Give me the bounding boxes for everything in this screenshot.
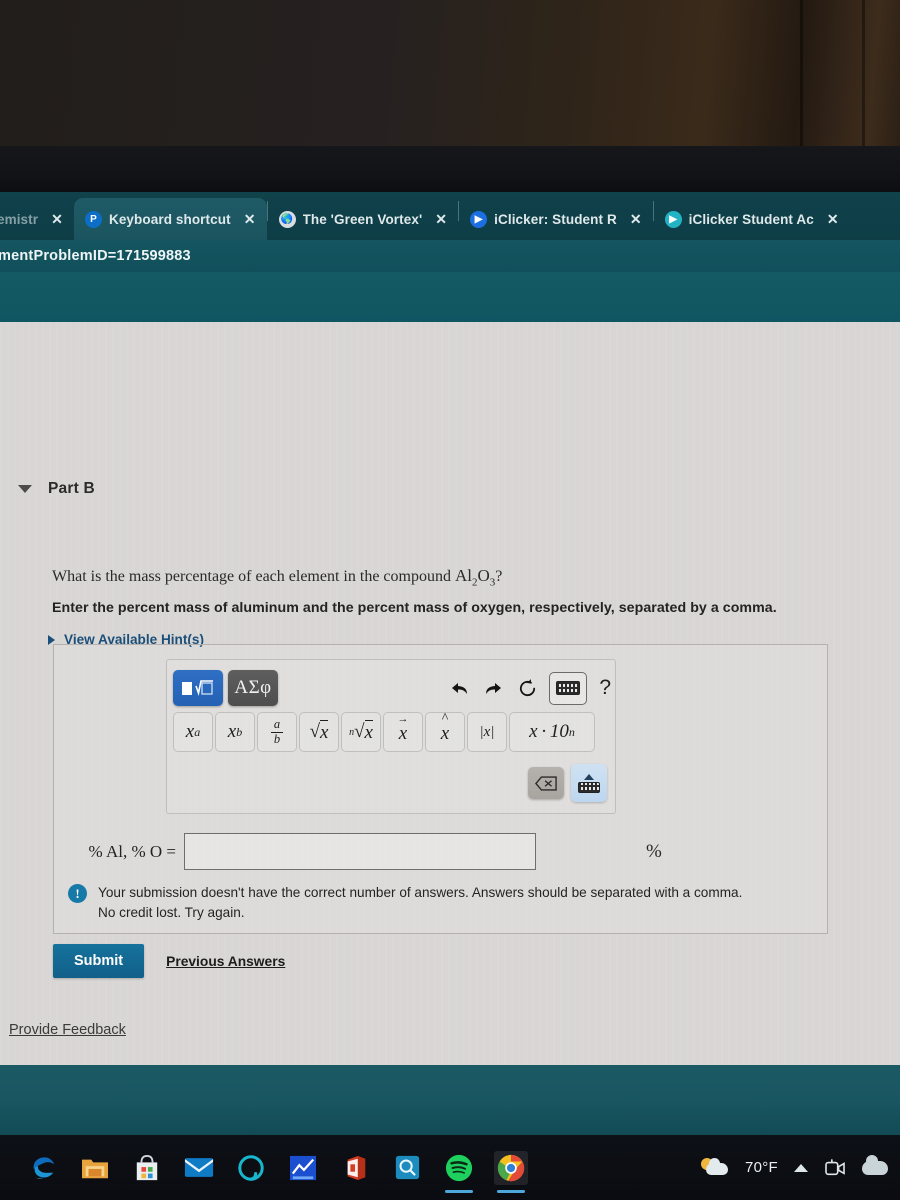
file-explorer-icon[interactable] (78, 1151, 112, 1185)
browser-tab-2[interactable]: 🌎 The 'Green Vortex' ✕ (268, 198, 459, 240)
running-indicator (497, 1190, 525, 1193)
compound-formula: Al2O3 (454, 566, 496, 589)
math-toolbar-row-1: ΑΣφ ? (173, 668, 611, 708)
alexa-icon[interactable] (234, 1151, 268, 1185)
absolute-value-button[interactable]: |x| (467, 712, 507, 752)
globe-icon: 🌎 (278, 210, 296, 228)
feedback-line-2: No credit lost. Try again. (98, 904, 245, 920)
question-suffix: ? (495, 568, 503, 585)
temperature-label[interactable]: 70°F (745, 1159, 778, 1176)
running-indicator (445, 1190, 473, 1193)
vector-button[interactable]: x (383, 712, 423, 752)
system-tray: 70°F (700, 1154, 888, 1177)
chevron-down-icon[interactable] (18, 485, 32, 493)
answer-panel: ΑΣφ ? x a x b a b √ x n √ x x → x ^ |x| … (53, 644, 828, 934)
unit-vector-button[interactable]: x (425, 712, 465, 752)
submit-button[interactable]: Submit (53, 944, 145, 978)
monitor-bezel (0, 146, 900, 192)
browser-tab-1[interactable]: P Keyboard shortcut ✕ (73, 198, 267, 240)
keyboard-icon[interactable] (549, 671, 588, 705)
action-row: Submit Previous Answers (53, 944, 285, 978)
chevron-up-icon[interactable] (794, 1163, 808, 1172)
close-icon[interactable]: ✕ (628, 212, 644, 226)
browser-tab-1-title: Keyboard shortcut (108, 211, 231, 227)
browser-toolbar-area (0, 272, 900, 322)
redo-icon[interactable] (476, 671, 510, 705)
feedback-line-1: Your submission doesn't have the correct… (98, 885, 743, 900)
answer-input[interactable] (184, 833, 536, 870)
instruction-text: Enter the percent mass of aluminum and t… (52, 600, 777, 616)
feedback-text: Your submission doesn't have the correct… (98, 883, 742, 922)
math-toolbar: ΑΣφ ? x a x b a b √ x n √ x x → x ^ |x| … (166, 659, 616, 814)
browser-tab-3-title: iClicker: Student R (494, 211, 617, 227)
template-mode-button[interactable] (173, 670, 223, 706)
browser-bottom-band (0, 1065, 900, 1135)
square-root-button[interactable]: √ x (299, 712, 339, 752)
microsoft-store-icon[interactable] (130, 1151, 164, 1185)
keyboard-collapse-icon[interactable] (571, 764, 607, 802)
iclicker-teal-icon: ▶ (664, 210, 682, 228)
chrome-icon[interactable] (494, 1150, 528, 1193)
page-content: Part B What is the mass percentage of ea… (0, 322, 900, 1065)
superscript-button[interactable]: xa (173, 712, 213, 752)
previous-answers-link[interactable]: Previous Answers (166, 954, 285, 969)
browser-tab-0-title: emistr (0, 211, 39, 227)
nth-root-button[interactable]: n √ x (341, 712, 381, 752)
browser-tab-4[interactable]: ▶ iClicker Student Ac ✕ (654, 198, 850, 240)
spotify-icon[interactable] (442, 1151, 476, 1193)
provide-feedback-link[interactable]: Provide Feedback (9, 1022, 126, 1038)
meet-now-icon[interactable] (824, 1158, 846, 1177)
blue-app-icon[interactable] (286, 1151, 320, 1185)
taskbar-icons (26, 1150, 528, 1193)
page-title: Part B (48, 480, 95, 497)
onedrive-icon[interactable] (862, 1154, 888, 1175)
question-prompt: What is the mass percentage of each elem… (52, 568, 451, 585)
browser-tab-3[interactable]: ▶ iClicker: Student R ✕ (459, 198, 653, 240)
subscript-button[interactable]: xb (215, 712, 255, 752)
question-text: What is the mass percentage of each elem… (52, 566, 502, 588)
browser-tab-4-title: iClicker Student Ac (688, 211, 814, 227)
math-toolbar-row-2: xa xb ab √x n√x x x |x| x · 10n (173, 712, 595, 752)
close-icon[interactable]: ✕ (49, 212, 65, 226)
close-icon[interactable]: ✕ (433, 212, 449, 226)
pearson-icon: P (84, 210, 102, 228)
greek-symbols-button[interactable]: ΑΣφ (228, 670, 278, 706)
browser-tab-strip: emistr ✕ P Keyboard shortcut ✕ 🌎 The 'Gr… (0, 192, 900, 240)
screenshot-root: emistr ✕ P Keyboard shortcut ✕ 🌎 The 'Gr… (0, 0, 900, 1200)
help-icon[interactable]: ? (599, 676, 611, 700)
scientific-notation-button[interactable]: x · 10 n (509, 712, 595, 752)
weather-partly-cloudy-icon[interactable] (700, 1158, 729, 1176)
edge-icon[interactable] (26, 1151, 60, 1185)
undo-icon[interactable] (442, 671, 476, 705)
windows-taskbar: 70°F (0, 1135, 900, 1200)
reset-icon[interactable] (510, 671, 544, 705)
fraction-button[interactable]: ab (257, 712, 297, 752)
answer-unit-label: % (646, 840, 662, 862)
iclicker-blue-icon: ▶ (470, 210, 488, 228)
chevron-right-icon (48, 634, 55, 645)
address-bar[interactable]: mentProblemID=171599883 (0, 240, 900, 272)
answer-row: % Al, % O = % (64, 833, 819, 870)
math-toolbar-row-3 (528, 764, 607, 802)
close-icon[interactable]: ✕ (825, 212, 841, 226)
office-icon[interactable] (338, 1151, 372, 1185)
address-bar-url: mentProblemID=171599883 (0, 248, 191, 264)
browser-tab-0[interactable]: emistr ✕ (0, 198, 74, 240)
close-icon[interactable]: ✕ (242, 212, 258, 226)
answer-label: % Al, % O = (88, 841, 177, 861)
browser-tab-2-title: The 'Green Vortex' (302, 211, 423, 227)
mail-icon[interactable] (182, 1151, 216, 1185)
feedback-message: ! Your submission doesn't have the corre… (68, 883, 808, 922)
part-b-header[interactable]: Part B (18, 480, 95, 498)
exclamation-icon: ! (68, 884, 87, 903)
search-app-icon[interactable] (390, 1151, 424, 1185)
backspace-icon[interactable] (528, 767, 564, 799)
